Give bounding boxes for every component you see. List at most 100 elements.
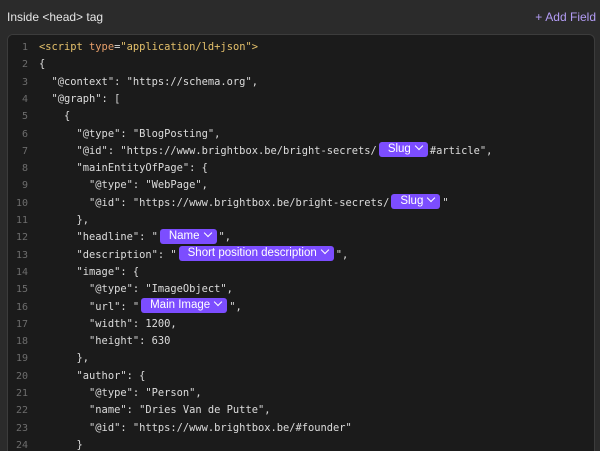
field-token-label: Name <box>168 229 200 242</box>
code-token: "author": { <box>39 369 146 382</box>
plus-icon: + <box>535 10 543 24</box>
code-line: 12 "headline": " Name ", <box>8 228 594 246</box>
code-editor[interactable]: 1 <script type="application/ld+json"> 2{3 … <box>7 34 595 451</box>
field-token-label: Slug <box>400 195 424 208</box>
code-token: "@type": "Person", <box>39 387 202 399</box>
code-text: <script type="application/ld+json"> <box>39 39 258 56</box>
code-line: 24 } <box>8 437 594 451</box>
code-token: "@type": "ImageObject", <box>39 283 233 296</box>
line-number: 14 <box>15 266 28 278</box>
code-token: ", <box>218 231 232 244</box>
code-token: type <box>89 41 115 53</box>
line-number: 20 <box>15 370 28 382</box>
field-token-short-position-description[interactable]: Short position description <box>178 245 334 262</box>
code-token: "description": " <box>39 248 177 261</box>
code-text: "mainEntityOfPage": { <box>39 160 208 177</box>
code-text: "@type": "Person", <box>39 385 202 402</box>
chevron-down-icon <box>203 228 212 238</box>
code-token: "width": 1200, <box>39 317 177 330</box>
code-line: 23 "@id": "https://www.brightbox.be/#fou… <box>8 420 594 437</box>
line-number: 13 <box>15 249 28 261</box>
field-token-name[interactable]: Name <box>159 228 217 244</box>
chevron-down-icon <box>427 193 436 203</box>
line-number: 23 <box>15 422 28 434</box>
line-number: 9 <box>21 180 28 192</box>
code-token: "mainEntityOfPage": { <box>39 162 208 175</box>
code-text: "description": " Short position descripti… <box>39 245 348 264</box>
code-token: "@type": "WebPage", <box>39 179 208 192</box>
add-field-button[interactable]: + Add Field <box>535 10 596 24</box>
line-number: 11 <box>15 215 28 226</box>
code-text: "@graph": [ <box>39 91 121 108</box>
code-text: { <box>39 56 45 73</box>
code-token: } <box>39 438 83 451</box>
code-line: 19 }, <box>8 350 594 367</box>
code-line: 15 "@type": "ImageObject", <box>8 281 594 298</box>
code-line: 3 "@context": "https://schema.org", <box>8 74 594 91</box>
line-number: 6 <box>21 128 28 140</box>
code-token: }, <box>39 214 90 226</box>
field-token-slug[interactable]: Slug <box>391 193 441 210</box>
chevron-down-icon <box>414 142 424 151</box>
code-text: "@id": "https://www.brightbox.be/bright-… <box>39 142 493 160</box>
code-line: 10 "@id": "https://www.brightbox.be/brig… <box>8 193 594 212</box>
code-line: 9 "@type": "WebPage", <box>8 177 594 194</box>
code-line: 6 "@type": "BlogPosting", <box>8 126 594 143</box>
code-token: "url": " <box>39 300 140 313</box>
code-token: > <box>251 41 258 53</box>
code-text: "@type": "ImageObject", <box>39 281 233 298</box>
line-number: 16 <box>15 301 28 313</box>
code-line: 1 <script type="application/ld+json"> <box>8 39 594 56</box>
code-line: 13 "description": " Short position descri… <box>8 245 594 264</box>
field-token-label: Slug <box>387 143 411 156</box>
code-token: "@context": "https://schema.org", <box>39 75 258 88</box>
code-token: }, <box>39 352 90 365</box>
line-number: 21 <box>15 388 28 399</box>
line-number: 24 <box>15 439 28 451</box>
code-text: "headline": " Name ", <box>39 228 232 246</box>
code-token: "height": 630 <box>39 335 171 348</box>
code-token: "headline": " <box>39 231 158 244</box>
code-token: "@id": "https://www.brightbox.be/#founde… <box>39 421 352 434</box>
line-number: 3 <box>21 76 28 88</box>
code-text: }, <box>39 350 90 367</box>
code-text: { <box>39 108 70 125</box>
code-line: 20 "author": { <box>8 368 594 385</box>
field-token-main-image[interactable]: Main Image <box>141 297 228 313</box>
code-text: "@id": "https://www.brightbox.be/bright-… <box>39 193 449 212</box>
code-line: 2{ <box>8 56 594 73</box>
code-token: { <box>39 110 71 123</box>
chevron-down-icon <box>320 245 330 255</box>
line-number: 12 <box>15 232 28 244</box>
code-line: 17 "width": 1200, <box>8 316 594 333</box>
code-token: { <box>39 58 46 71</box>
code-token: <script <box>39 41 90 53</box>
code-text: "author": { <box>39 368 146 385</box>
code-text: "url": " Main Image ", <box>39 297 242 316</box>
custom-code-panel: Inside <head> tag + Add Field 1 <script ty… <box>0 0 600 451</box>
code-token: #article", <box>429 144 493 157</box>
code-line: 5 { <box>8 108 594 125</box>
line-number: 2 <box>21 59 28 71</box>
code-line: 16 "url": " Main Image ", <box>8 297 594 316</box>
code-token: "image": { <box>39 265 140 278</box>
panel-header: Inside <head> tag + Add Field <box>0 0 600 34</box>
line-number: 1 <box>21 42 28 53</box>
field-token-slug[interactable]: Slug <box>378 142 428 158</box>
field-token-label: Short position description <box>187 247 317 260</box>
field-token-label: Main Image <box>150 299 211 311</box>
code-token: "@id": "https://www.brightbox.be/bright-… <box>39 144 377 157</box>
line-number: 15 <box>15 284 28 296</box>
line-number: 5 <box>21 111 28 123</box>
code-line: 7 "@id": "https://www.brightbox.be/brigh… <box>8 142 594 160</box>
code-text: "@context": "https://schema.org", <box>39 74 258 91</box>
code-line: 18 "height": 630 <box>8 333 594 350</box>
code-token: ", <box>229 300 242 313</box>
field-label: Inside <head> tag <box>7 10 104 24</box>
line-number: 22 <box>15 405 28 417</box>
chevron-down-icon <box>213 297 223 307</box>
code-text: "@type": "WebPage", <box>39 177 208 194</box>
code-line: 22 "name": "Dries Van de Putte", <box>8 402 594 419</box>
code-line: 14 "image": { <box>8 264 594 281</box>
code-line: 8 "mainEntityOfPage": { <box>8 160 594 177</box>
